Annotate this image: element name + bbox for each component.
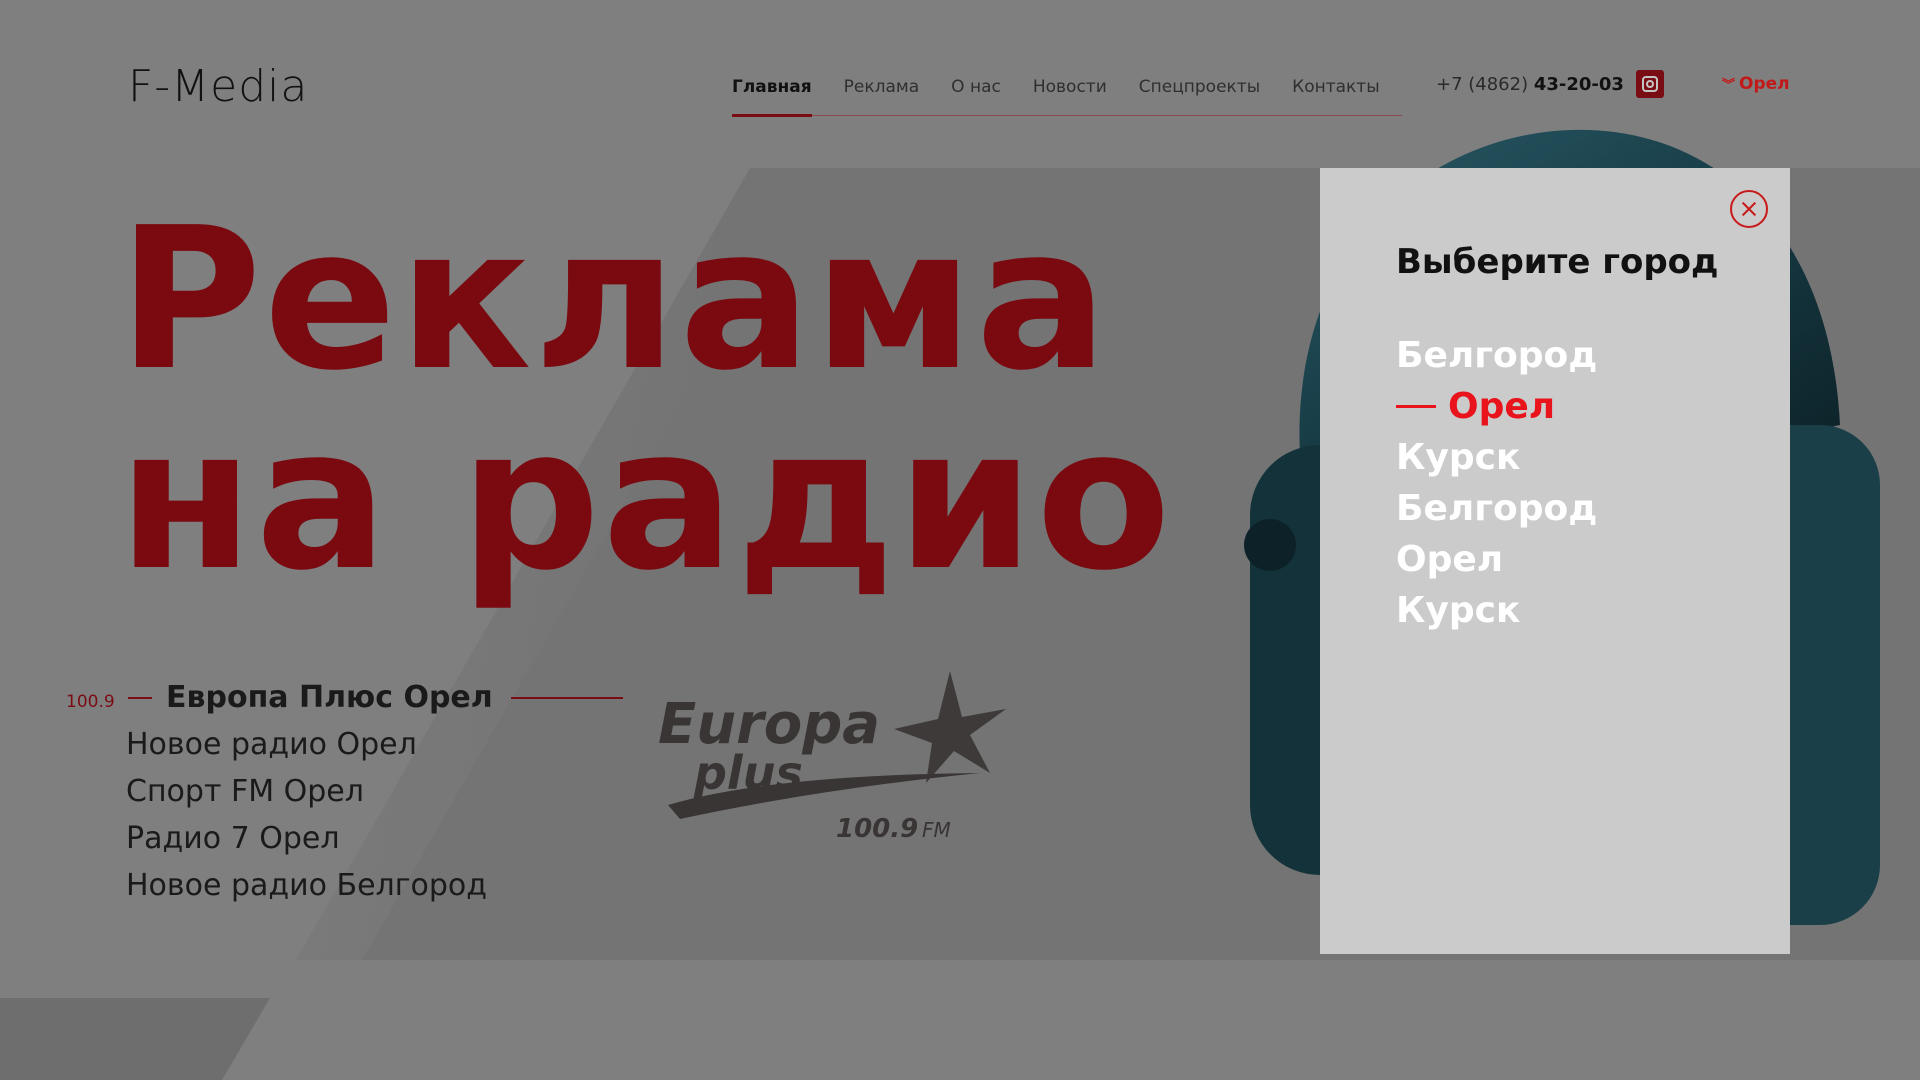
nav-item-special-projects[interactable]: Спецпроекты	[1139, 60, 1260, 115]
city-option-selected[interactable]: Орел	[1396, 381, 1597, 432]
europa-plus-logo: Europa plus 100.9 FM	[658, 671, 1006, 844]
city-selector-label: Орел	[1739, 74, 1790, 94]
city-option[interactable]: Орел	[1396, 534, 1597, 585]
city-option[interactable]: Курск	[1396, 585, 1597, 636]
close-icon[interactable]	[1730, 190, 1768, 228]
city-select-modal: Выберите город Белгород Орел Курск Белго…	[1320, 168, 1790, 954]
bottom-background-shape	[0, 998, 270, 1080]
city-list: Белгород Орел Курск Белгород Орел Курск	[1396, 330, 1597, 636]
phone-number[interactable]: +7 (4862) 43-20-03	[1436, 74, 1624, 95]
hero-title-line-1: Реклама	[118, 186, 1110, 414]
station-frequency: 100.9	[66, 692, 115, 712]
logo-fm: FM	[922, 818, 951, 842]
earcup-joint	[1244, 519, 1296, 571]
station-item[interactable]: Новое радио Белгород	[126, 862, 623, 909]
hero-title: Реклама на радио	[118, 186, 1173, 614]
site-logo[interactable]: F-Media	[128, 62, 308, 112]
station-item[interactable]: Новое радио Орел	[126, 721, 623, 768]
station-item[interactable]: Спорт FM Орел	[126, 768, 623, 815]
main-nav: Главная Реклама О нас Новости Спецпроект…	[732, 60, 1402, 117]
hero-title-line-2: на радио	[118, 386, 1173, 614]
star-shape	[894, 671, 1006, 783]
phone-main: 43-20-03	[1533, 74, 1624, 95]
city-option[interactable]: Белгород	[1396, 483, 1597, 534]
nav-item-about[interactable]: О нас	[951, 60, 1001, 115]
active-marker	[128, 696, 152, 699]
station-label: Европа Плюс Орел	[166, 680, 493, 715]
city-option[interactable]: Белгород	[1396, 330, 1597, 381]
nav-item-contacts[interactable]: Контакты	[1292, 60, 1380, 115]
city-option[interactable]: Курск	[1396, 432, 1597, 483]
active-underline	[510, 696, 623, 699]
station-list: Европа Плюс Орел Новое радио Орел Спорт …	[126, 674, 623, 909]
city-selector[interactable]: ︾ Орел	[1722, 74, 1790, 94]
city-option-label: Орел	[1448, 386, 1556, 427]
nav-item-home[interactable]: Главная	[732, 60, 812, 117]
double-chevron-down-icon: ︾	[1722, 78, 1736, 93]
modal-title: Выберите город	[1396, 242, 1719, 282]
station-item[interactable]: Радио 7 Орел	[126, 815, 623, 862]
phone-prefix: +7 (4862)	[1436, 74, 1529, 95]
logo-frequency: 100.9	[836, 814, 918, 844]
nav-item-advertising[interactable]: Реклама	[844, 60, 920, 115]
logo-word-plus: plus	[693, 746, 803, 800]
selected-marker	[1396, 405, 1436, 408]
instagram-icon[interactable]	[1636, 70, 1664, 98]
station-item-active[interactable]: Европа Плюс Орел	[126, 674, 623, 721]
nav-item-news[interactable]: Новости	[1033, 60, 1107, 115]
